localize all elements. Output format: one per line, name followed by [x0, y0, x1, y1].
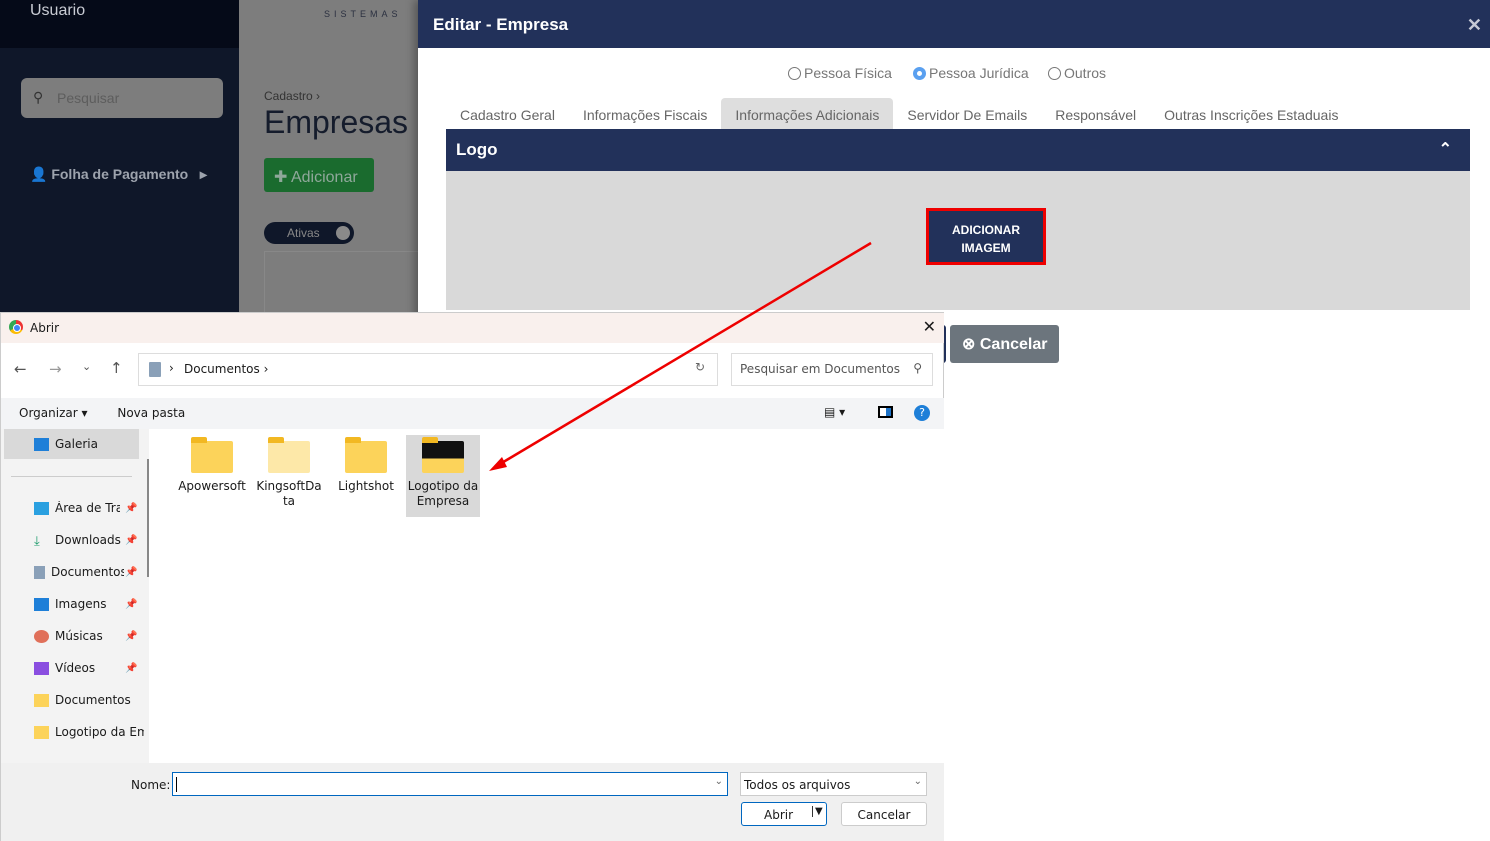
dialog-toolbar: Organizar ▾ Nova pasta ▤ ▾ ?	[1, 398, 944, 429]
folder-item[interactable]: Apowersoft	[175, 435, 249, 517]
pin-icon: 📌	[125, 599, 138, 610]
search-icon: ⚲	[33, 89, 44, 105]
pin-icon: 📌	[125, 503, 138, 514]
radio-outros[interactable]: Outros	[1048, 65, 1106, 81]
open-dropdown-icon[interactable]: ▼	[812, 806, 823, 817]
dialog-title: Abrir	[30, 321, 60, 335]
tab-servidor-emails[interactable]: Servidor De Emails	[893, 98, 1041, 129]
up-icon[interactable]: ↑	[110, 359, 123, 377]
view-icon[interactable]: ▤ ▾	[824, 405, 845, 419]
preview-pane-icon[interactable]	[878, 406, 893, 418]
tab-informacoes-fiscais[interactable]: Informações Fiscais	[569, 98, 721, 129]
tab-responsavel[interactable]: Responsável	[1041, 98, 1150, 129]
music-icon	[34, 629, 49, 643]
pin-icon: 📌	[125, 567, 138, 578]
folder-icon	[34, 725, 49, 739]
nav-item-area-de-trabalho[interactable]: Área de Trabalho	[34, 501, 120, 515]
logo-folder-icon	[422, 437, 464, 473]
close-icon[interactable]: ✕	[923, 317, 936, 336]
gallery-icon	[34, 437, 49, 451]
close-circle-icon: ⊗	[962, 336, 976, 353]
pin-icon: 📌	[125, 631, 138, 642]
new-folder-button[interactable]: Nova pasta	[117, 406, 185, 420]
radio-pessoa-fisica[interactable]: Pessoa Física	[788, 65, 892, 81]
desktop-icon	[34, 501, 49, 515]
chevron-up-icon[interactable]: ⌃	[1439, 139, 1452, 159]
add-image-button[interactable]: ADICIONAR IMAGEM	[926, 208, 1046, 265]
nav-item-documentos-folder[interactable]: Documentos	[34, 693, 144, 707]
logo-section-header[interactable]: Logo ⌃	[446, 129, 1470, 171]
search-placeholder: Pesquisar	[57, 90, 120, 106]
navigation-pane: Galeria Área de Trabalho📌 ⤓Downloads📌 Do…	[1, 429, 149, 763]
modal-title: Editar - Empresa	[433, 15, 569, 34]
address-bar[interactable]: › Documentos › ↻	[138, 353, 718, 386]
tab-informacoes-adicionais[interactable]: Informações Adicionais	[721, 98, 894, 129]
recent-dropdown-icon[interactable]: ⌄	[82, 360, 91, 373]
image-icon	[34, 597, 49, 611]
tab-bar: Cadastro Geral Informações Fiscais Infor…	[446, 98, 1352, 129]
chevron-down-icon: ⌄	[913, 776, 922, 787]
nav-scrollbar[interactable]	[147, 459, 149, 577]
pin-icon: 📌	[125, 535, 138, 546]
video-icon	[34, 661, 49, 675]
open-file-dialog: Abrir ✕ ← → ⌄ ↑ › Documentos › ↻ Pesquisar …	[0, 312, 944, 841]
file-type-select[interactable]: Todos os arquivos ⌄	[740, 772, 927, 796]
close-icon[interactable]: ✕	[1467, 15, 1482, 36]
active-toggle[interactable]: Ativas	[264, 222, 354, 244]
table-container	[264, 251, 419, 321]
pin-icon: 📌	[125, 663, 138, 674]
search-input[interactable]: ⚲ Pesquisar	[21, 78, 223, 118]
tab-cadastro-geral[interactable]: Cadastro Geral	[446, 98, 569, 129]
dialog-titlebar: Abrir ✕	[1, 313, 944, 343]
user-icon: 👤	[30, 166, 48, 182]
dialog-cancel-button[interactable]: Cancelar	[841, 802, 927, 826]
document-icon	[149, 362, 161, 377]
refresh-icon[interactable]: ↻	[695, 360, 705, 374]
document-icon	[34, 565, 45, 579]
brand-logo: SISTEMAS	[324, 9, 402, 19]
caret-right-icon: ▸	[199, 166, 207, 182]
logo-section-body: ADICIONAR IMAGEM	[446, 171, 1470, 310]
file-name-input[interactable]: ⌄	[172, 772, 728, 796]
folder-item-selected[interactable]: Logotipo da Empresa	[406, 435, 480, 517]
folder-icon	[34, 693, 49, 707]
dialog-footer: Nome: ⌄ Todos os arquivos ⌄ Abrir ▼ Cancel…	[1, 763, 944, 841]
path-segment[interactable]: Documentos	[184, 362, 260, 376]
forward-icon[interactable]: →	[49, 360, 62, 378]
chrome-icon	[9, 320, 23, 334]
breadcrumb[interactable]: Cadastro ›	[264, 89, 320, 103]
folder-icon	[345, 437, 387, 473]
open-button[interactable]: Abrir ▼	[741, 802, 827, 826]
modal-header: Editar - Empresa	[418, 0, 1490, 48]
back-icon[interactable]: ←	[14, 360, 27, 378]
add-button[interactable]: ✚ Adicionar	[264, 158, 374, 192]
file-list: Apowersoft KingsoftData Lightshot Logoti…	[157, 429, 944, 763]
help-icon[interactable]: ?	[914, 405, 930, 421]
nav-item-documentos[interactable]: Documentos	[34, 565, 124, 579]
organize-button[interactable]: Organizar ▾	[19, 406, 88, 420]
folder-item[interactable]: KingsoftData	[252, 435, 326, 517]
folder-icon	[268, 437, 310, 473]
download-icon: ⤓	[34, 533, 40, 548]
cancel-button[interactable]: ⊗ Cancelar	[950, 325, 1059, 363]
page-title: Empresas	[264, 104, 409, 140]
divider	[11, 476, 132, 477]
name-label: Nome:	[131, 778, 171, 792]
sidebar-item-label: Folha de Pagamento	[51, 166, 189, 182]
dialog-search-input[interactable]: Pesquisar em Documentos ⚲	[731, 353, 933, 386]
search-icon: ⚲	[913, 361, 922, 375]
radio-pessoa-juridica[interactable]: Pessoa Jurídica	[913, 65, 1029, 81]
tab-outras-inscricoes[interactable]: Outras Inscrições Estaduais	[1150, 98, 1352, 129]
nav-item-galeria-label[interactable]: Galeria	[34, 437, 144, 451]
folder-item[interactable]: Lightshot	[329, 435, 403, 517]
chevron-down-icon[interactable]: ⌄	[715, 776, 723, 787]
section-title: Logo	[456, 140, 498, 159]
user-name: Usuario	[30, 2, 86, 19]
nav-item-logotipo[interactable]: Logotipo da Empresa	[34, 725, 144, 739]
sidebar-item-folha[interactable]: 👤 Folha de Pagamento ▸	[30, 166, 207, 183]
folder-icon	[191, 437, 233, 473]
